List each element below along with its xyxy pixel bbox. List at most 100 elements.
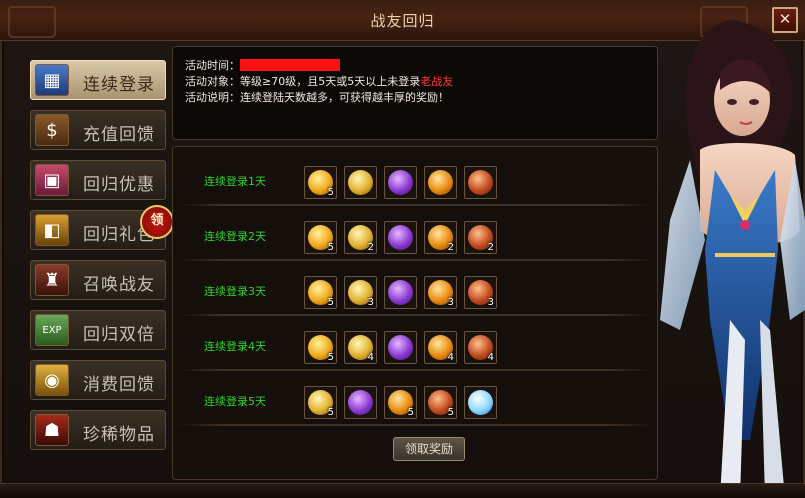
reward-row-label: 连续登录2天: [204, 230, 266, 243]
row-divider: [177, 204, 653, 206]
claim-badge[interactable]: 领: [140, 205, 174, 239]
info-panel: 活动时间： 活动对象：等级≥70级，且5天或5天以上未登录老战友 活动说明：连续…: [172, 46, 658, 140]
reward-slot[interactable]: 5: [424, 386, 457, 419]
row-divider: [177, 259, 653, 261]
reward-row-label: 连续登录3天: [204, 285, 266, 298]
reward-quantity: 5: [327, 187, 334, 198]
money-bag-icon: $: [35, 114, 69, 146]
reward-slot[interactable]: 5: [304, 166, 337, 199]
treasure-chest-icon: ◧: [35, 214, 69, 246]
nav-recharge-reward[interactable]: $ 充值回馈: [30, 110, 166, 150]
reward-quantity: 5: [327, 407, 334, 418]
nav-label: 珍稀物品: [83, 425, 155, 445]
nav-label: 回归优惠: [83, 175, 155, 195]
row-divider: [177, 369, 653, 371]
nav-summon-ally[interactable]: ♜ 召唤战友: [30, 260, 166, 300]
claim-reward-button[interactable]: 领取奖励: [393, 437, 465, 461]
row-divider: [177, 424, 653, 426]
reward-slot[interactable]: 4: [464, 331, 497, 364]
reward-row-label: 连续登录5天: [204, 395, 266, 408]
nav-rare-items[interactable]: ☗ 珍稀物品: [30, 410, 166, 450]
snowman-icon: [468, 390, 493, 415]
info-desc: 活动说明：连续登陆天数越多，可获得越丰厚的奖励！: [185, 89, 449, 105]
nav-label: 消费回馈: [83, 375, 155, 395]
reward-slot[interactable]: 5: [304, 276, 337, 309]
bottom-border: [0, 483, 805, 498]
reward-row-label: 连续登录4天: [204, 340, 266, 353]
purple-scroll-icon: [348, 390, 373, 415]
calendar-icon: ▦: [35, 64, 69, 96]
reward-slot[interactable]: 5: [384, 386, 417, 419]
reward-row: 连续登录3天 5 3 3 3: [177, 263, 653, 316]
reward-slot[interactable]: 5: [304, 331, 337, 364]
info-desc-text: 连续登陆天数越多，可获得越丰厚的奖励！: [240, 91, 449, 104]
reward-quantity: 3: [487, 297, 494, 308]
info-time-label: 活动时间：: [185, 59, 240, 72]
info-target: 活动对象：等级≥70级，且5天或5天以上未登录老战友: [185, 73, 453, 89]
reward-slot[interactable]: [384, 166, 417, 199]
purple-scroll-icon: [388, 280, 413, 305]
reward-slot[interactable]: 3: [344, 276, 377, 309]
exp-scroll-icon: EXP: [35, 314, 69, 346]
reward-quantity: 4: [447, 352, 454, 363]
reward-slot[interactable]: [384, 221, 417, 254]
reward-slot[interactable]: 4: [424, 331, 457, 364]
reward-slot[interactable]: 5: [304, 221, 337, 254]
reward-quantity: 5: [447, 407, 454, 418]
reward-slot[interactable]: [344, 166, 377, 199]
nav-label: 回归双倍: [83, 325, 155, 345]
reward-slot[interactable]: 2: [424, 221, 457, 254]
reward-slot[interactable]: [384, 331, 417, 364]
rewards-panel: 连续登录1天 5 连续登录2天 5 2 2 2 连续登录3天 5 3 3 3 连续登录4天 5 4 4 4 连续登…: [172, 146, 658, 480]
info-time: 活动时间：: [185, 57, 340, 73]
reward-slot[interactable]: [464, 166, 497, 199]
info-desc-label: 活动说明：: [185, 91, 240, 104]
flame-orb-icon: [428, 170, 453, 195]
demon-mask-icon: ☗: [35, 414, 69, 446]
sidebar: ▦ 连续登录 $ 充值回馈 ▣ 回归优惠 ◧ 回归礼包 ♜ 召唤战友 EXP 回…: [30, 60, 168, 460]
nav-consecutive-login[interactable]: ▦ 连续登录: [30, 60, 166, 100]
gold-orb-icon: [348, 170, 373, 195]
reward-quantity: 5: [327, 352, 334, 363]
reward-slot[interactable]: [344, 386, 377, 419]
reward-slot[interactable]: [424, 166, 457, 199]
purple-scroll-icon: [388, 170, 413, 195]
reward-slot[interactable]: 2: [464, 221, 497, 254]
reward-row: 连续登录4天 5 4 4 4: [177, 318, 653, 371]
reward-quantity: 3: [447, 297, 454, 308]
reward-quantity: 5: [327, 297, 334, 308]
reward-quantity: 2: [447, 242, 454, 253]
event-window: 战友回归 ✕ ▦ 连续登录 $ 充值回馈 ▣ 回归优惠 ◧ 回归礼包 ♜ 召唤战…: [0, 0, 805, 498]
reward-quantity: 4: [487, 352, 494, 363]
nav-label: 召唤战友: [83, 275, 155, 295]
purple-gem-icon: [388, 225, 413, 250]
reward-row: 连续登录1天 5: [177, 153, 653, 206]
reward-quantity: 3: [367, 297, 374, 308]
nav-return-double[interactable]: EXP 回归双倍: [30, 310, 166, 350]
reward-quantity: 5: [407, 407, 414, 418]
reward-slot[interactable]: [384, 276, 417, 309]
gold-coins-icon: ◉: [35, 364, 69, 396]
gift-box-icon: ▣: [35, 164, 69, 196]
nav-spend-reward[interactable]: ◉ 消费回馈: [30, 360, 166, 400]
info-target-highlight: 老战友: [420, 75, 454, 88]
heroine-portrait: [660, 20, 805, 498]
reward-slot[interactable]: 2: [344, 221, 377, 254]
redacted-time-bar: [240, 59, 340, 71]
purple-gem-icon: [388, 335, 413, 360]
nav-label: 连续登录: [83, 75, 155, 95]
nav-label: 充值回馈: [83, 125, 155, 145]
row-divider: [177, 314, 653, 316]
treasure-jar-icon: [468, 170, 493, 195]
reward-slot[interactable]: 3: [424, 276, 457, 309]
reward-slot[interactable]: 5: [304, 386, 337, 419]
reward-row: 连续登录5天 5 5 5: [177, 373, 653, 426]
info-target-text: 等级≥70级，且5天或5天以上未登录: [240, 75, 421, 88]
reward-slot[interactable]: 3: [464, 276, 497, 309]
reward-slot[interactable]: [464, 386, 497, 419]
nav-return-discount[interactable]: ▣ 回归优惠: [30, 160, 166, 200]
info-target-label: 活动对象：: [185, 75, 240, 88]
reward-slot[interactable]: 4: [344, 331, 377, 364]
reward-quantity: 2: [487, 242, 494, 253]
reward-row-label: 连续登录1天: [204, 175, 266, 188]
